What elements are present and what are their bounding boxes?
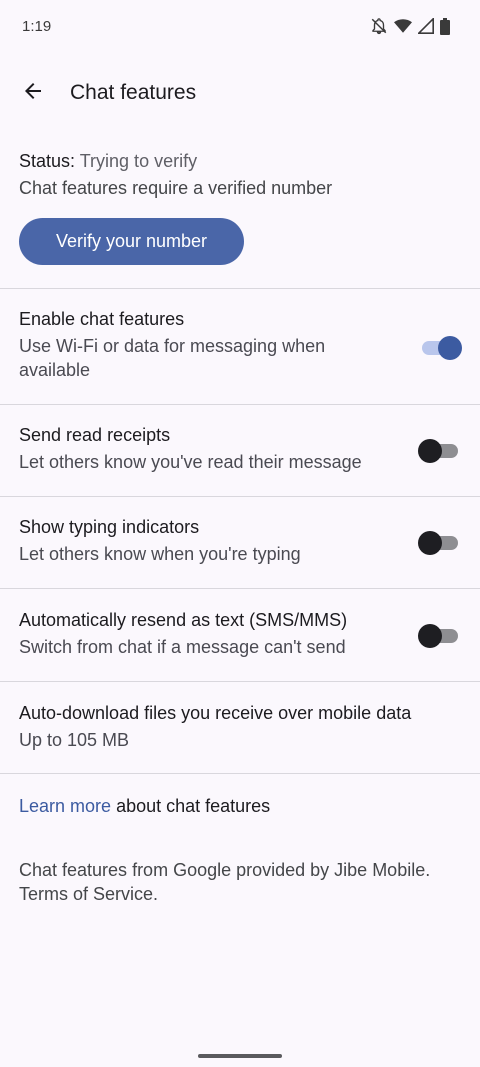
chat-features-screen: 1:19 Chat features Status: Trying to ver… (0, 0, 480, 1067)
divider (0, 681, 480, 682)
back-button[interactable] (14, 74, 52, 112)
app-bar: Chat features (0, 64, 480, 122)
setting-show-typing-indicators[interactable]: Show typing indicators Let others know w… (0, 514, 480, 588)
switch-thumb (418, 439, 442, 463)
verification-status: Status: Trying to verify Chat features r… (19, 148, 459, 202)
page-title: Chat features (70, 81, 197, 104)
setting-subtitle: Up to 105 MB (19, 730, 130, 750)
setting-title: Send read receipts (19, 425, 171, 445)
status-description: Chat features require a verified number (19, 178, 333, 198)
auto-resend-switch[interactable] (418, 624, 458, 648)
setting-enable-chat-features[interactable]: Enable chat features Use Wi-Fi or data f… (0, 306, 480, 404)
status-value: Trying to verify (79, 151, 198, 171)
setting-auto-download-files[interactable]: Auto-download files you receive over mob… (0, 700, 480, 774)
signal-icon (418, 18, 434, 34)
wifi-icon (394, 18, 412, 34)
battery-icon (440, 17, 450, 35)
divider (0, 288, 480, 289)
verify-number-button[interactable]: Verify your number (19, 218, 244, 265)
setting-subtitle: Use Wi-Fi or data for messaging when ava… (19, 336, 326, 380)
arrow-back-icon (21, 79, 45, 108)
provider-footer: Chat features from Google provided by Ji… (19, 860, 431, 904)
learn-more-text: Learn more about chat features (19, 793, 270, 819)
status-bar: 1:19 (0, 0, 480, 56)
setting-title: Enable chat features (19, 309, 185, 329)
learn-more-suffix: about chat features (111, 796, 271, 816)
bell-off-icon (370, 17, 388, 35)
setting-subtitle: Let others know when you're typing (19, 544, 301, 564)
setting-title: Automatically resend as text (SMS/MMS) (19, 610, 348, 630)
divider (0, 404, 480, 405)
divider (0, 588, 480, 589)
status-icons (370, 17, 450, 35)
setting-send-read-receipts[interactable]: Send read receipts Let others know you'v… (0, 422, 480, 496)
send-read-receipts-switch[interactable] (418, 439, 458, 463)
enable-chat-features-switch[interactable] (422, 336, 462, 360)
gesture-nav-handle[interactable] (198, 1054, 282, 1058)
divider (0, 496, 480, 497)
setting-title: Show typing indicators (19, 517, 200, 537)
switch-thumb (418, 531, 442, 555)
learn-more-link[interactable]: Learn more (19, 796, 111, 816)
status-line: Status: Trying to verify (19, 148, 459, 175)
switch-thumb (438, 336, 462, 360)
divider (0, 773, 480, 774)
show-typing-indicators-switch[interactable] (418, 531, 458, 555)
setting-title: Auto-download files you receive over mob… (19, 703, 412, 723)
setting-subtitle: Let others know you've read their messag… (19, 452, 362, 472)
setting-auto-resend-as-text[interactable]: Automatically resend as text (SMS/MMS) S… (0, 607, 480, 681)
setting-subtitle: Switch from chat if a message can't send (19, 637, 346, 657)
switch-thumb (418, 624, 442, 648)
status-time: 1:19 (22, 18, 52, 35)
status-label: Status: (19, 151, 76, 171)
